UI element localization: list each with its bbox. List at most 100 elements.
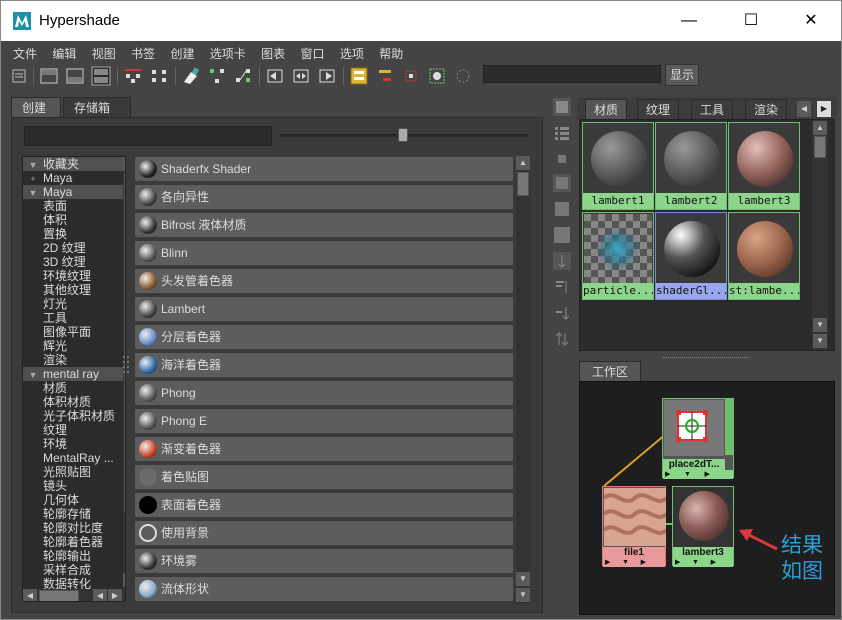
small-icons-icon[interactable] <box>552 149 572 169</box>
tree-item[interactable]: 轮廓输出 <box>23 549 125 563</box>
tree-item[interactable]: 环境纹理 <box>23 269 125 283</box>
shader-item[interactable]: Lambert <box>134 296 514 322</box>
menu-create[interactable]: 创建 <box>164 42 200 62</box>
menu-file[interactable]: 文件 <box>7 42 43 62</box>
tab-rendering[interactable]: 渲染 <box>745 99 788 119</box>
tab-work-area[interactable]: 工作区 <box>579 361 641 381</box>
rearrange-graph-icon[interactable] <box>207 66 227 86</box>
tab-textures[interactable]: 纹理 <box>637 99 680 119</box>
maximize-button[interactable]: ☐ <box>731 9 771 33</box>
collapse-toggle-icon[interactable]: ▼ <box>23 368 43 382</box>
grid-view-icon[interactable] <box>552 97 572 117</box>
menu-view[interactable]: 视图 <box>86 42 122 62</box>
create-search-input[interactable] <box>24 126 272 146</box>
scroll-down-icon[interactable]: ▼ <box>813 334 827 348</box>
tree-item[interactable]: 灯光 <box>23 297 125 311</box>
tree-item[interactable]: ▼ mental ray <box>23 367 125 381</box>
material-grid-scrollbar[interactable]: ▲ ▼ ▼ <box>812 120 828 350</box>
shader-item[interactable]: 环境雾 <box>134 548 514 574</box>
shader-item[interactable]: 流体形状 <box>134 576 514 602</box>
select-objects-icon[interactable] <box>375 66 395 86</box>
shader-item[interactable]: 头发管着色器 <box>134 268 514 294</box>
tree-item[interactable]: 体积 <box>23 213 125 227</box>
frame-all-icon[interactable] <box>427 66 447 86</box>
list-view-icon[interactable] <box>552 123 572 143</box>
tree-hscroll-thumb[interactable] <box>39 590 79 601</box>
input-connections-icon[interactable] <box>265 66 285 86</box>
scroll-left-icon[interactable]: ◀ <box>93 589 107 601</box>
lambert3-node[interactable]: lambert3 ▶ ▼ ▶ <box>672 486 734 567</box>
graph-input-output-icon[interactable] <box>123 66 143 86</box>
output-connections-icon[interactable] <box>317 66 337 86</box>
tree-item[interactable]: MentalRay ... <box>23 451 125 465</box>
swatch-toggle-icon[interactable] <box>349 66 369 86</box>
close-button[interactable]: ✕ <box>791 9 831 33</box>
tree-item[interactable]: 环境 <box>23 437 125 451</box>
tree-hscrollbar[interactable]: ◀ ◀ ▶ <box>23 589 123 601</box>
tree-item[interactable]: ▼ Maya <box>23 185 125 199</box>
sort-by-type-icon[interactable] <box>552 277 572 297</box>
tree-item[interactable]: 纹理 <box>23 423 125 437</box>
material-swatch[interactable]: particle... <box>582 212 654 300</box>
scroll-down-icon[interactable]: ▼ <box>516 572 530 586</box>
material-grid-scroll-thumb[interactable] <box>814 136 826 158</box>
place2d-texture-node[interactable]: place2dT... ▶ ▼ ▶ <box>662 398 734 479</box>
tree-item[interactable]: 采样合成 <box>23 563 125 577</box>
icon-size-slider-handle[interactable] <box>398 128 408 142</box>
shader-item[interactable]: Blinn <box>134 240 514 266</box>
collapse-toggle-icon[interactable]: ▼ <box>23 186 43 200</box>
shader-item[interactable]: Shaderfx Shader <box>134 156 514 182</box>
tree-item[interactable]: 渲染 <box>23 353 125 367</box>
tree-item[interactable]: 置换 <box>23 227 125 241</box>
tree-item[interactable]: 几何体 <box>23 493 125 507</box>
shader-item[interactable]: 使用背景 <box>134 520 514 546</box>
clear-graph-icon[interactable] <box>181 66 201 86</box>
tree-item[interactable]: 辉光 <box>23 339 125 353</box>
tab-bins[interactable]: 存储箱 <box>63 97 131 117</box>
shader-item[interactable]: 渐变着色器 <box>134 436 514 462</box>
tree-scrollbar[interactable]: ▲ ▼ <box>123 157 125 601</box>
menu-bookmarks[interactable]: 书签 <box>125 42 161 62</box>
graph-network-icon[interactable] <box>149 66 169 86</box>
material-swatch[interactable]: lambert1 <box>582 122 654 210</box>
graph-materials-icon[interactable] <box>233 66 253 86</box>
tree-item[interactable]: ▼ 收藏夹 <box>23 157 125 171</box>
shader-list-scroll-thumb[interactable] <box>517 172 529 196</box>
tree-item[interactable]: 镜头 <box>23 479 125 493</box>
file-texture-node[interactable]: file1 ▶ ▼ ▶ <box>602 486 666 567</box>
collapse-toggle-icon[interactable]: ▼ <box>23 158 43 172</box>
material-swatch[interactable]: st:lambe... <box>728 212 800 300</box>
sort-by-name-icon[interactable] <box>552 251 572 271</box>
bottom-layout-icon[interactable] <box>65 66 85 86</box>
show-button[interactable]: 显示 <box>665 64 699 86</box>
tree-item[interactable]: 3D 纹理 <box>23 255 125 269</box>
tree-item[interactable]: 工具 <box>23 311 125 325</box>
shader-item[interactable]: Phong <box>134 380 514 406</box>
tab-scroll-right-icon[interactable]: ▶ <box>817 101 831 117</box>
tree-item[interactable]: 2D 纹理 <box>23 241 125 255</box>
tab-utilities[interactable]: 工具 <box>691 99 734 119</box>
scroll-down-icon[interactable]: ▼ <box>123 573 125 587</box>
shader-list-scrollbar[interactable]: ▲ ▼ ▼ <box>516 156 530 604</box>
tree-item[interactable]: 轮廓存储 <box>23 507 125 521</box>
extra-large-icons-icon[interactable] <box>552 225 572 245</box>
tree-item[interactable]: 图像平面 <box>23 325 125 339</box>
split-layout-icon[interactable] <box>91 66 111 86</box>
frame-selected-icon[interactable] <box>401 66 421 86</box>
tree-item[interactable]: 材质 <box>23 381 125 395</box>
shader-item[interactable]: Phong E <box>134 408 514 434</box>
input-output-connections-icon[interactable] <box>291 66 311 86</box>
shader-item[interactable]: 各向异性 <box>134 184 514 210</box>
shader-item[interactable]: 海洋着色器 <box>134 352 514 378</box>
scroll-up-icon[interactable]: ▲ <box>516 156 530 170</box>
panel-splitter-handle[interactable] <box>122 354 130 374</box>
tree-item[interactable]: 轮廓对比度 <box>23 521 125 535</box>
medium-icons-icon[interactable] <box>552 173 572 193</box>
menu-help[interactable]: 帮助 <box>373 42 409 62</box>
menu-options[interactable]: 选项 <box>334 42 370 62</box>
material-swatch[interactable]: shaderGl... <box>655 212 727 300</box>
panel-splitter-handle[interactable] <box>663 357 749 360</box>
scroll-up-icon[interactable]: ▲ <box>813 121 827 135</box>
tree-scroll-thumb[interactable] <box>124 173 125 513</box>
scroll-down-icon[interactable]: ▼ <box>516 588 530 602</box>
